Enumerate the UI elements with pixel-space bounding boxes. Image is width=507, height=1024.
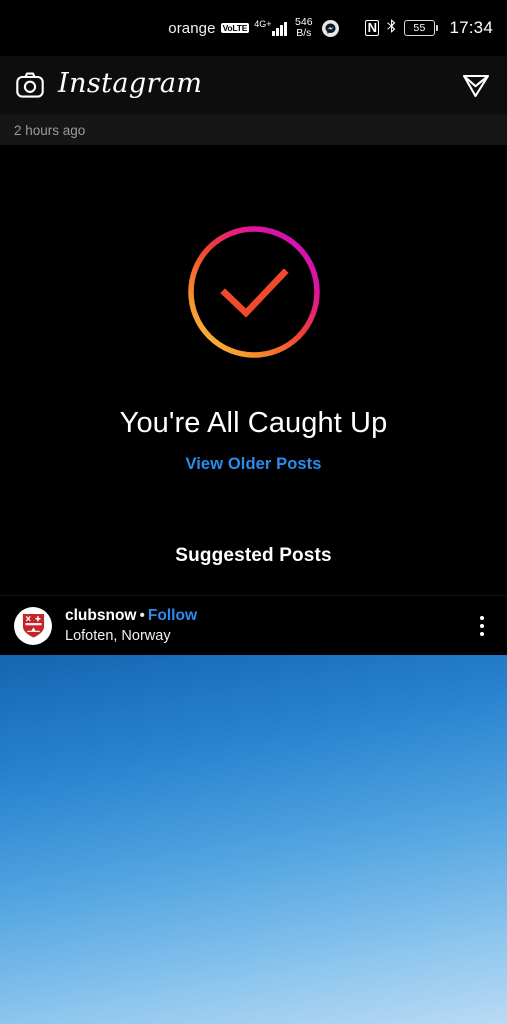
check-circle-icon <box>187 226 320 358</box>
post-media[interactable] <box>0 655 507 1024</box>
view-older-posts-link[interactable]: View Older Posts <box>0 455 507 474</box>
volte-badge: VoLTE <box>220 22 250 34</box>
instagram-app-screen: orange VoLTE 4G+ 546 B/s N 55 17:34 Inst… <box>0 0 507 1024</box>
status-bar: orange VoLTE 4G+ 546 B/s N 55 17:34 <box>0 0 507 56</box>
battery-tip <box>435 25 439 31</box>
post-header: clubsnow • Follow Lofoten, Norway <box>0 595 507 655</box>
post-meta: clubsnow • Follow Lofoten, Norway <box>65 606 469 645</box>
post-separator: • <box>139 606 145 624</box>
clock-label: 17:34 <box>449 18 493 37</box>
follow-button[interactable]: Follow <box>148 607 197 624</box>
instagram-logo: Instagram <box>58 68 203 99</box>
suggested-posts-header: Suggested Posts <box>175 545 332 566</box>
caught-up-title: You're All Caught Up <box>119 407 388 439</box>
shield-crest-avatar-icon <box>22 613 44 638</box>
camera-icon[interactable] <box>16 72 44 98</box>
data-speed-indicator: 546 B/s <box>295 17 313 39</box>
carrier-label: orange <box>168 19 216 37</box>
signal-indicator: 4G+ <box>254 19 288 36</box>
check-icon-wrap <box>0 223 507 361</box>
post-location[interactable]: Lofoten, Norway <box>65 627 469 646</box>
network-type-label: 4G+ <box>254 19 272 29</box>
feed-timestamp: 2 hours ago <box>0 115 507 145</box>
messenger-icon <box>321 19 339 37</box>
post-header-line: clubsnow • Follow <box>65 606 469 626</box>
status-bar-right-group: N 55 17:34 <box>364 18 493 39</box>
battery-percent-label: 55 <box>403 20 435 36</box>
sky-background <box>0 655 507 1024</box>
bluetooth-icon <box>386 18 397 39</box>
post-username[interactable]: clubsnow <box>65 607 136 624</box>
avatar[interactable] <box>14 606 52 645</box>
caught-up-section: You're All Caught Up View Older Posts <box>0 145 507 474</box>
status-bar-left-group: orange VoLTE 4G+ 546 B/s <box>168 17 339 39</box>
app-header-left: Instagram <box>16 70 202 100</box>
feed-timestamp-label: 2 hours ago <box>14 122 86 138</box>
signal-bars-icon <box>272 21 288 36</box>
paper-plane-icon[interactable] <box>461 70 491 100</box>
more-options-icon[interactable] <box>469 615 495 636</box>
battery-indicator: 55 <box>403 20 439 36</box>
app-header: Instagram <box>0 56 507 115</box>
nfc-icon: N <box>364 19 379 37</box>
data-speed-unit: B/s <box>296 27 312 39</box>
